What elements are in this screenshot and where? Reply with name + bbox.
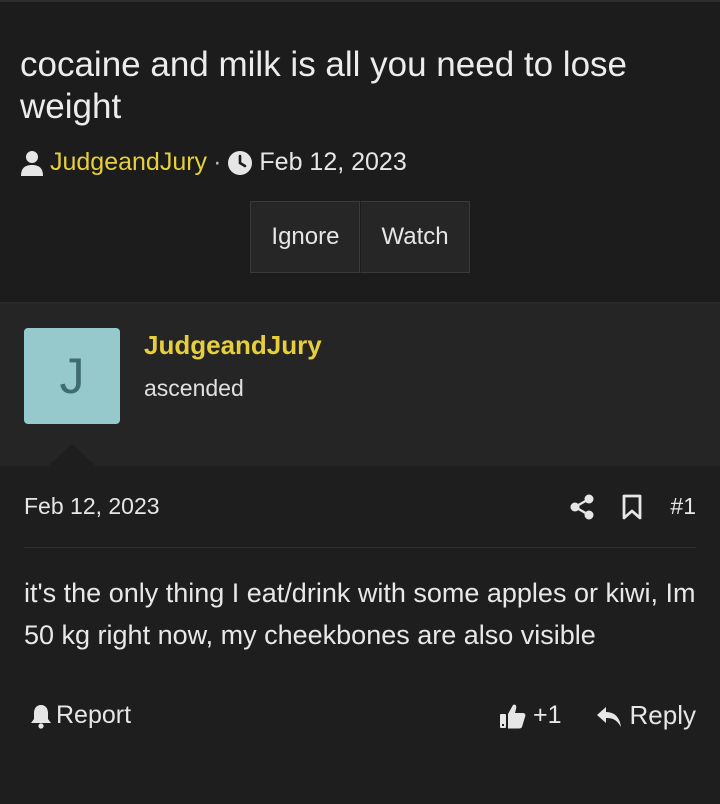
bell-icon: [30, 701, 52, 730]
post-actions: #1: [570, 493, 696, 520]
post-date[interactable]: Feb 12, 2023: [24, 493, 160, 520]
ignore-button[interactable]: Ignore: [250, 201, 361, 273]
reply-label: Reply: [629, 700, 696, 730]
meta-separator: ·: [213, 148, 222, 176]
reaction-button[interactable]: +1: [499, 701, 562, 730]
user-icon: [20, 148, 44, 177]
message-arrow: [48, 444, 96, 466]
post-meta: Feb 12, 2023 #1: [24, 466, 696, 548]
clock-icon: [227, 148, 253, 177]
user-info: JudgeandJury ascended: [144, 328, 322, 442]
post-body: Feb 12, 2023 #1 it's the only thing I ea…: [0, 466, 720, 804]
thread-header: cocaine and milk is all you need to lose…: [0, 2, 720, 302]
thumbs-up-icon: [499, 701, 527, 730]
avatar-letter: J: [59, 348, 85, 404]
post-username-link[interactable]: JudgeandJury: [144, 330, 322, 361]
reaction-count: +1: [533, 700, 562, 729]
post-number-link[interactable]: #1: [670, 493, 696, 520]
share-icon[interactable]: [570, 494, 594, 520]
reply-button[interactable]: Reply: [596, 700, 696, 731]
footer-right: +1 Reply: [499, 700, 696, 731]
thread-meta: JudgeandJury · Feb 12, 2023: [20, 148, 700, 177]
bookmark-icon[interactable]: [622, 494, 642, 520]
user-title: ascended: [144, 375, 244, 401]
thread-author-link[interactable]: JudgeandJury: [50, 148, 207, 177]
thread-button-group: Ignore Watch: [20, 201, 700, 273]
post-user-block: J JudgeandJury ascended: [0, 304, 720, 466]
footer-left: Report: [30, 701, 131, 730]
post-message: it's the only thing I eat/drink with som…: [24, 578, 696, 650]
watch-button[interactable]: Watch: [360, 201, 470, 273]
report-link[interactable]: Report: [30, 701, 131, 730]
avatar[interactable]: J: [24, 328, 120, 424]
report-label: Report: [56, 701, 132, 729]
thread-title: cocaine and milk is all you need to lose…: [20, 45, 628, 126]
post-footer: Report +1 Reply: [24, 700, 696, 731]
reply-icon: [596, 700, 622, 731]
thread-date[interactable]: Feb 12, 2023: [259, 148, 406, 177]
